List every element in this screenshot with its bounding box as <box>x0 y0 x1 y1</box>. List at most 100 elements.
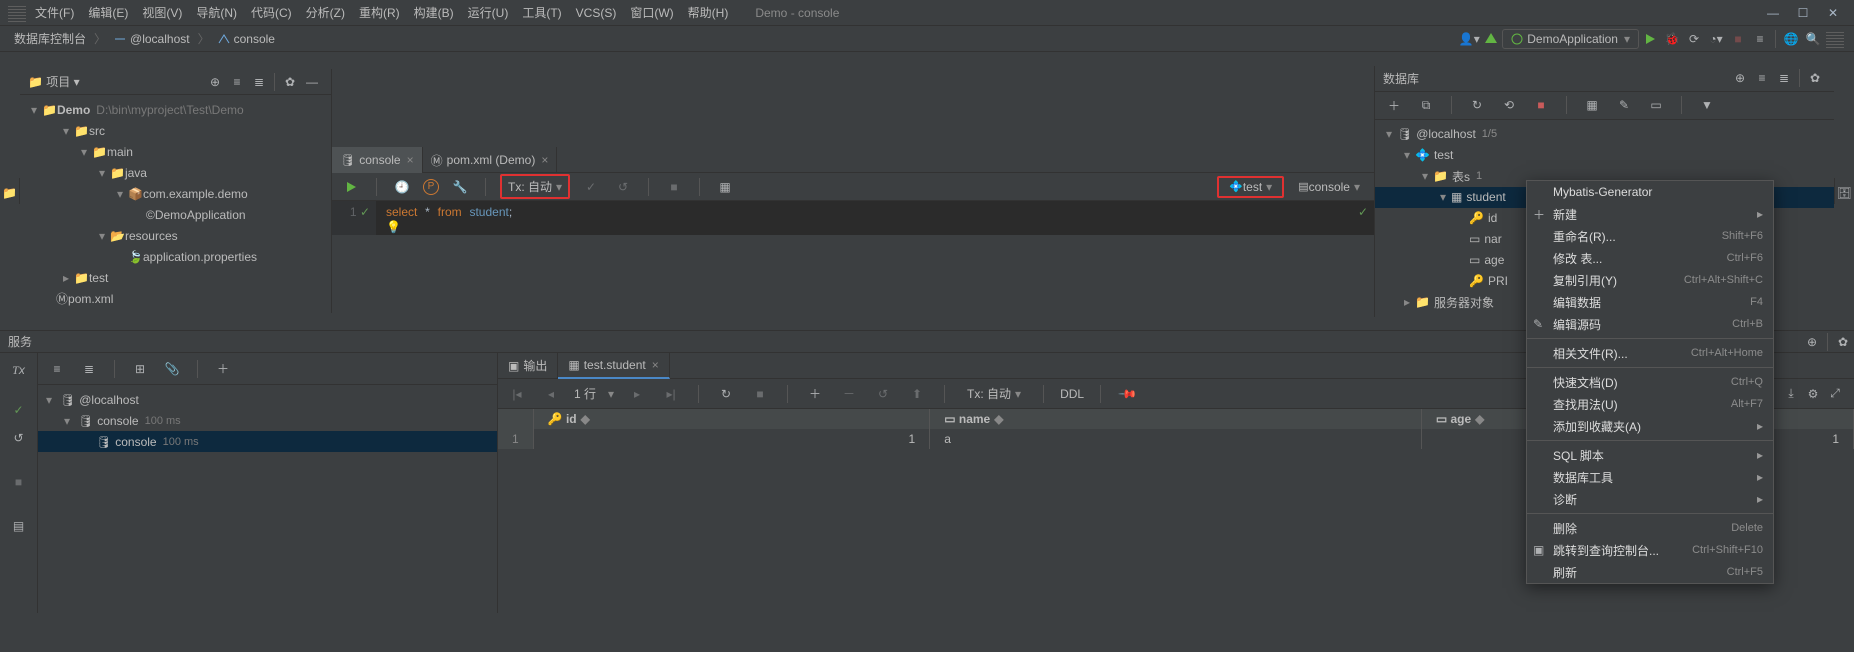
svc-layout-icon[interactable]: ▤ <box>8 515 30 537</box>
execute-button[interactable] <box>340 176 362 198</box>
menu-item[interactable]: 构建(B) <box>407 1 461 24</box>
expand-all-icon[interactable]: ≡ <box>226 71 248 93</box>
history-icon[interactable]: 🕘 <box>391 176 413 198</box>
translate-icon[interactable]: 🌐 <box>1780 28 1802 50</box>
context-menu-item[interactable]: 添加到收藏夹(A)▸ <box>1527 415 1773 437</box>
revert-icon[interactable]: ↺ <box>872 383 894 405</box>
context-menu-item[interactable]: 复制引用(Y)Ctrl+Alt+Shift+C <box>1527 269 1773 291</box>
delete-row-icon[interactable]: － <box>838 383 860 405</box>
tree-node[interactable]: ▾📂 resources <box>20 225 331 246</box>
console-select[interactable]: ▤ console ▾ <box>1292 178 1366 196</box>
datasource-select[interactable]: 💠 test ▾ <box>1217 176 1284 198</box>
breadcrumb-host[interactable]: @localhost <box>108 30 196 48</box>
db-filter-icon[interactable]: ▼ <box>1696 94 1718 116</box>
breadcrumb-console[interactable]: console <box>212 30 281 48</box>
submit-icon[interactable]: ⬆ <box>906 383 928 405</box>
menu-item[interactable]: 代码(C) <box>244 1 299 24</box>
profile-button[interactable]: ◔▾ <box>1705 28 1727 50</box>
view-as-icon[interactable]: ▦ <box>714 176 736 198</box>
menu-item[interactable]: 编辑(E) <box>81 1 135 24</box>
menu-item[interactable]: 文件(F) <box>28 1 81 24</box>
search-everywhere-icon[interactable]: 🔍 <box>1802 28 1824 50</box>
intention-bulb-icon[interactable]: 💡 <box>386 220 401 234</box>
db-refresh-icon[interactable]: ↻ <box>1466 94 1488 116</box>
svc-settings-icon[interactable]: ✿ <box>1832 331 1854 353</box>
run-button[interactable] <box>1639 28 1661 50</box>
editor-tab[interactable]: 🛢 console× <box>332 147 423 173</box>
menu-item[interactable]: 运行(U) <box>461 1 516 24</box>
db-add-icon[interactable]: ＋ <box>1383 94 1405 116</box>
context-menu-item[interactable]: 快速文档(D)Ctrl+Q <box>1527 371 1773 393</box>
first-page-icon[interactable]: |◂ <box>506 383 528 405</box>
menu-item[interactable]: 帮助(H) <box>681 1 736 24</box>
next-page-icon[interactable]: ▸ <box>626 383 648 405</box>
pin-tab-icon[interactable]: 📌 <box>1113 378 1144 409</box>
project-root[interactable]: ▾📁 Demo D:\bin\myproject\Test\Demo <box>20 99 331 120</box>
coverage-button[interactable]: ⟳ <box>1683 28 1705 50</box>
menu-item[interactable]: VCS(S) <box>569 3 624 23</box>
column-header[interactable]: ▭ name◆ <box>930 409 1422 429</box>
user-icon[interactable]: 👤▾ <box>1458 28 1480 50</box>
code-text[interactable]: select * from student; 💡 <box>376 201 512 235</box>
explain-plan-icon[interactable]: P <box>423 179 439 195</box>
menu-item[interactable]: 窗口(W) <box>623 1 680 24</box>
svc-commit-icon[interactable]: ✓ <box>8 399 30 421</box>
context-menu-item[interactable]: 诊断▸ <box>1527 488 1773 510</box>
settings-gear-icon[interactable]: ✿ <box>279 71 301 93</box>
db-edit-icon[interactable]: ✎ <box>1613 94 1635 116</box>
tree-node[interactable]: 🍃 application.properties <box>20 246 331 267</box>
svc-pin-icon[interactable]: 📎 <box>161 358 183 380</box>
context-menu-item[interactable]: 编辑数据F4 <box>1527 291 1773 313</box>
context-menu-item[interactable]: ✎编辑源码Ctrl+B <box>1527 313 1773 335</box>
result-export-icon[interactable]: ⤓ <box>1780 383 1802 405</box>
hide-panel-icon[interactable]: — <box>301 71 323 93</box>
close-tab-icon[interactable]: × <box>541 153 548 167</box>
tree-node[interactable]: ▾📁 src <box>20 120 331 141</box>
svc-rollback-icon[interactable]: ↺ <box>8 427 30 449</box>
svc-collapse-icon[interactable]: ≣ <box>78 358 100 380</box>
result-more-icon[interactable]: ⤢ <box>1824 383 1846 405</box>
menu-item[interactable]: 导航(N) <box>189 1 244 24</box>
tree-node[interactable]: ▾📁 main <box>20 141 331 162</box>
result-tx-select[interactable]: Tx: 自动 ▾ <box>961 383 1027 404</box>
svc-tx-icon[interactable]: Tx <box>8 359 30 381</box>
menu-item[interactable]: 视图(V) <box>135 1 189 24</box>
db-stop-icon[interactable]: ■ <box>1530 94 1552 116</box>
services-tree[interactable]: ▾🛢 @localhost▾🛢 console100 ms🛢 console10… <box>38 385 497 456</box>
context-menu-item[interactable]: 相关文件(R)...Ctrl+Alt+Home <box>1527 342 1773 364</box>
result-tab[interactable]: ▣ 输出 <box>498 353 558 379</box>
db-diagram-icon[interactable]: ▭ <box>1645 94 1667 116</box>
tree-node[interactable]: ▾📦 com.example.demo <box>20 183 331 204</box>
last-page-icon[interactable]: ▸| <box>660 383 682 405</box>
build-icon[interactable] <box>1480 28 1502 50</box>
result-settings-icon[interactable]: ⚙ <box>1802 383 1824 405</box>
collapse-all-icon[interactable]: ≣ <box>248 71 270 93</box>
commit-icon[interactable]: ✓ <box>580 176 602 198</box>
result-stop-icon[interactable]: ■ <box>749 383 771 405</box>
wrench-icon[interactable]: 🔧 <box>449 176 471 198</box>
cancel-query-icon[interactable]: ■ <box>663 176 685 198</box>
tree-node[interactable]: ▾📁 java <box>20 162 331 183</box>
reload-icon[interactable]: ↻ <box>715 383 737 405</box>
project-tree[interactable]: ▾📁 Demo D:\bin\myproject\Test\Demo ▾📁 sr… <box>20 95 331 313</box>
context-menu[interactable]: Mybatis-Generator＋新建▸重命名(R)...Shift+F6修改… <box>1526 180 1774 584</box>
ide-settings-icon[interactable] <box>1824 28 1846 50</box>
project-tool-button[interactable]: 📁 <box>0 182 21 204</box>
service-node[interactable]: ▾🛢 console100 ms <box>38 410 497 431</box>
context-menu-item[interactable]: 删除Delete <box>1527 517 1773 539</box>
db-tree-node[interactable]: ▾🛢 @localhost1/5 <box>1375 124 1834 145</box>
tree-node[interactable]: Ⓜ pom.xml <box>20 288 331 309</box>
db-settings-icon[interactable]: ✿ <box>1804 67 1826 89</box>
breadcrumb-root[interactable]: 数据库控制台 <box>8 28 92 49</box>
context-menu-item[interactable]: Mybatis-Generator <box>1527 181 1773 203</box>
context-menu-item[interactable]: 重命名(R)...Shift+F6 <box>1527 225 1773 247</box>
debug-button[interactable]: 🐞 <box>1661 28 1683 50</box>
locate-icon[interactable]: ⊕ <box>204 71 226 93</box>
svc-stop-icon[interactable]: ■ <box>8 471 30 493</box>
result-tab[interactable]: ▦ test.student× <box>558 353 669 379</box>
close-tab-icon[interactable]: × <box>407 153 414 167</box>
svc-group-icon[interactable]: ⊞ <box>129 358 151 380</box>
tree-node[interactable]: ▸📁 test <box>20 267 331 288</box>
context-menu-item[interactable]: ▣跳转到查询控制台...Ctrl+Shift+F10 <box>1527 539 1773 561</box>
tree-node[interactable]: © DemoApplication <box>20 204 331 225</box>
